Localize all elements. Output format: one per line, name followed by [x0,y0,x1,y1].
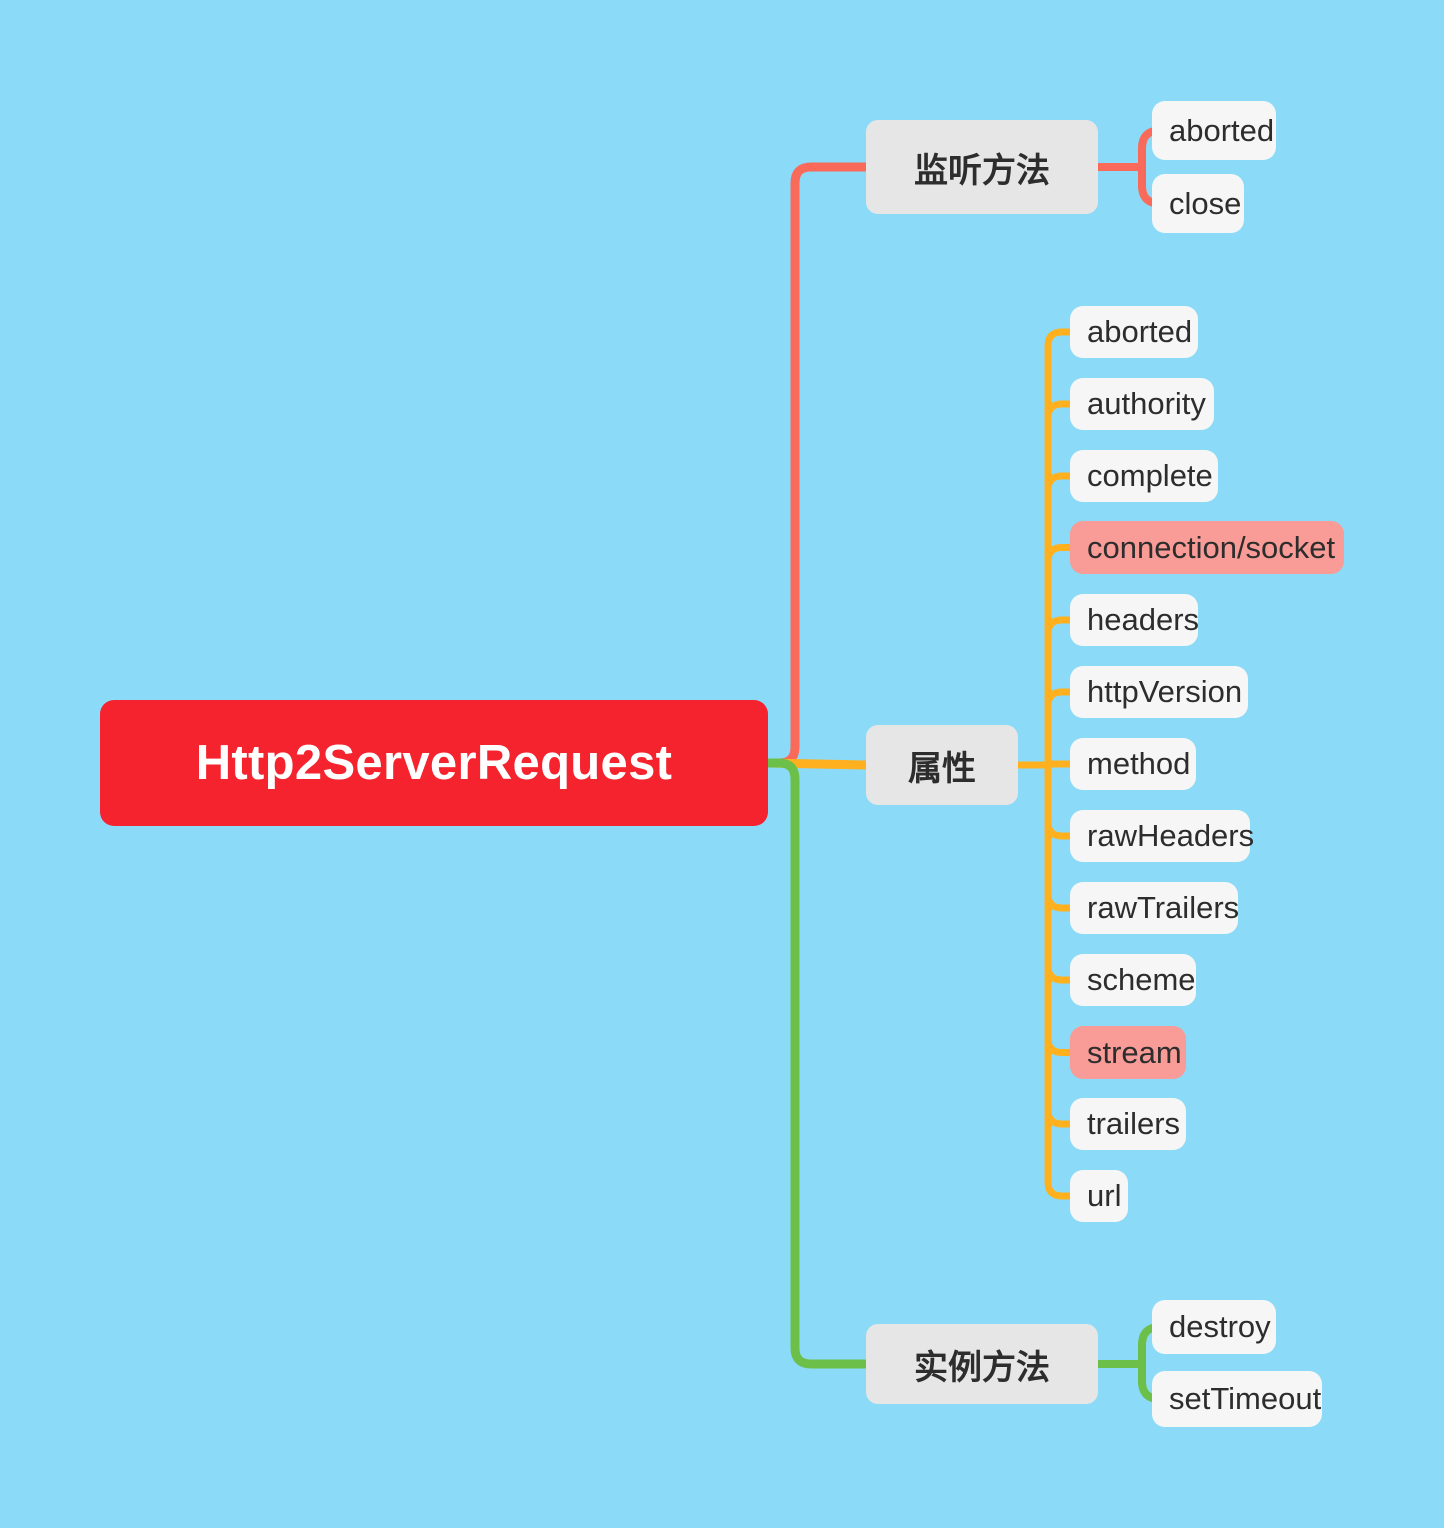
leaf-node-properties-4[interactable]: headers [1070,594,1199,646]
root-node[interactable]: Http2ServerRequest [100,700,768,826]
leaf-node-properties-0[interactable]: aborted [1070,306,1198,358]
leaf-node-properties-9[interactable]: scheme [1070,954,1196,1006]
leaf-node-properties-6[interactable]: method [1070,738,1196,790]
leaf-node-properties-12[interactable]: url [1070,1170,1128,1222]
mindmap-canvas: Http2ServerRequest 监听方法 aborted close 属性 abor… [0,0,1444,1528]
connector [763,758,871,770]
leaf-node-instance-methods-0[interactable]: destroy [1152,1300,1276,1354]
leaf-node-listen-methods-0[interactable]: aborted [1152,101,1276,160]
leaf-node-properties-3[interactable]: connection/socket [1070,521,1344,574]
leaf-node-properties-8[interactable]: rawTrailers [1070,882,1239,934]
branch-node-instance-methods[interactable]: 实例方法 [866,1324,1098,1404]
leaf-node-properties-10[interactable]: stream [1070,1026,1186,1079]
leaf-node-properties-2[interactable]: complete [1070,450,1218,502]
branch-node-listen-methods[interactable]: 监听方法 [866,120,1098,214]
leaf-node-listen-methods-1[interactable]: close [1152,174,1244,233]
branch-node-properties[interactable]: 属性 [866,725,1018,805]
leaf-node-properties-1[interactable]: authority [1070,378,1214,430]
leaf-node-properties-7[interactable]: rawHeaders [1070,810,1254,862]
leaf-node-properties-5[interactable]: httpVersion [1070,666,1248,718]
connector [763,758,871,1369]
leaf-node-properties-11[interactable]: trailers [1070,1098,1186,1150]
leaf-node-instance-methods-1[interactable]: setTimeout [1152,1371,1322,1427]
connector [763,162,871,768]
